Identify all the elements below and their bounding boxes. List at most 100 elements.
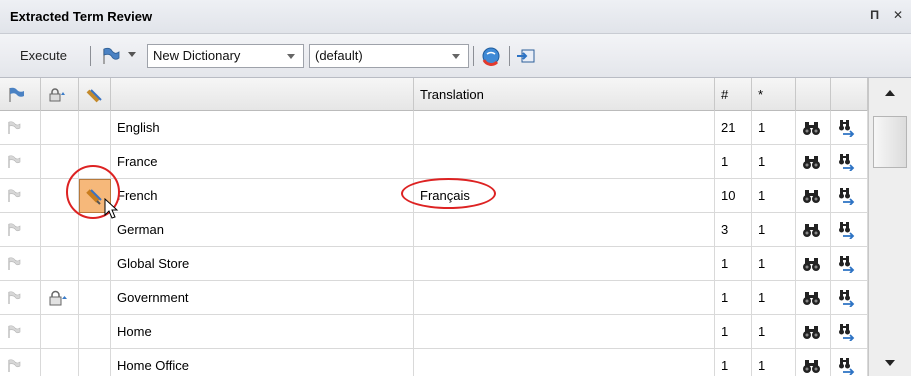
- term-cell[interactable]: German: [111, 213, 414, 247]
- term-cell[interactable]: English: [111, 111, 414, 145]
- profile-select[interactable]: (default): [309, 44, 469, 68]
- find-next-icon[interactable]: [837, 221, 857, 242]
- flag-cell[interactable]: [0, 213, 41, 247]
- lock-cell[interactable]: [41, 111, 79, 145]
- find-cell[interactable]: [796, 247, 831, 281]
- find-next-icon[interactable]: [837, 119, 857, 140]
- find-next-icon[interactable]: [837, 323, 857, 344]
- export-icon[interactable]: [515, 45, 537, 67]
- scroll-thumb[interactable]: [873, 116, 907, 168]
- approve-cell[interactable]: [79, 111, 111, 145]
- scroll-up-icon[interactable]: [875, 84, 905, 102]
- approve-cell[interactable]: [79, 315, 111, 349]
- flag-cell[interactable]: [0, 179, 41, 213]
- binoculars-icon[interactable]: [802, 358, 822, 376]
- header-star[interactable]: *: [752, 78, 796, 111]
- header-translation[interactable]: Translation: [414, 78, 715, 111]
- header-term[interactable]: [111, 78, 414, 111]
- find-cell[interactable]: [796, 281, 831, 315]
- flag-filter-icon[interactable]: [100, 45, 122, 67]
- close-icon[interactable]: ✕: [893, 8, 903, 22]
- vertical-scrollbar[interactable]: [868, 78, 911, 376]
- find-next-cell[interactable]: [831, 349, 868, 376]
- find-cell[interactable]: [796, 145, 831, 179]
- find-next-icon[interactable]: [837, 187, 857, 208]
- lock-cell[interactable]: [41, 247, 79, 281]
- flag-icon[interactable]: [6, 121, 22, 138]
- binoculars-icon[interactable]: [802, 324, 822, 343]
- pin-icon[interactable]: 𝚷: [870, 8, 879, 23]
- lock-cell[interactable]: [41, 281, 79, 315]
- find-cell[interactable]: [796, 349, 831, 376]
- lock-cell[interactable]: [41, 315, 79, 349]
- flag-cell[interactable]: [0, 247, 41, 281]
- binoculars-icon[interactable]: [802, 188, 822, 207]
- find-next-cell[interactable]: [831, 315, 868, 349]
- find-next-cell[interactable]: [831, 281, 868, 315]
- approve-cell[interactable]: [79, 349, 111, 376]
- find-cell[interactable]: [796, 213, 831, 247]
- find-next-cell[interactable]: [831, 247, 868, 281]
- flag-cell[interactable]: [0, 145, 41, 179]
- header-flag-icon[interactable]: [0, 78, 41, 111]
- find-next-cell[interactable]: [831, 111, 868, 145]
- refresh-icon[interactable]: [480, 45, 502, 67]
- header-approve-icon[interactable]: [79, 78, 111, 111]
- flag-icon[interactable]: [6, 325, 22, 342]
- lock-cell[interactable]: [41, 349, 79, 376]
- find-next-icon[interactable]: [837, 255, 857, 276]
- find-cell[interactable]: [796, 315, 831, 349]
- translation-cell[interactable]: [414, 349, 715, 376]
- table-row[interactable]: German 3 1: [0, 213, 868, 247]
- translation-cell[interactable]: [414, 213, 715, 247]
- binoculars-icon[interactable]: [802, 120, 822, 139]
- flag-icon[interactable]: [6, 359, 22, 376]
- table-row[interactable]: France 1 1: [0, 145, 868, 179]
- translation-cell[interactable]: [414, 247, 715, 281]
- flag-cell[interactable]: [0, 281, 41, 315]
- binoculars-icon[interactable]: [802, 256, 822, 275]
- table-row[interactable]: Global Store 1 1: [0, 247, 868, 281]
- flag-icon[interactable]: [6, 223, 22, 240]
- dictionary-select[interactable]: New Dictionary: [147, 44, 304, 68]
- flag-cell[interactable]: [0, 349, 41, 376]
- binoculars-icon[interactable]: [802, 154, 822, 173]
- table-row[interactable]: Home 1 1: [0, 315, 868, 349]
- term-cell[interactable]: Home: [111, 315, 414, 349]
- approve-cell[interactable]: [79, 247, 111, 281]
- binoculars-icon[interactable]: [802, 290, 822, 309]
- flag-cell[interactable]: [0, 315, 41, 349]
- find-next-cell[interactable]: [831, 213, 868, 247]
- term-cell[interactable]: Home Office: [111, 349, 414, 376]
- execute-button[interactable]: Execute: [20, 48, 67, 63]
- scroll-down-icon[interactable]: [875, 354, 905, 372]
- find-next-icon[interactable]: [837, 357, 857, 376]
- term-cell[interactable]: Global Store: [111, 247, 414, 281]
- translation-cell[interactable]: [414, 145, 715, 179]
- find-next-cell[interactable]: [831, 179, 868, 213]
- approve-cell[interactable]: [79, 281, 111, 315]
- flag-icon[interactable]: [6, 189, 22, 206]
- term-cell[interactable]: France: [111, 145, 414, 179]
- header-lock-icon[interactable]: [41, 78, 79, 111]
- header-count[interactable]: #: [715, 78, 752, 111]
- flag-cell[interactable]: [0, 111, 41, 145]
- find-next-cell[interactable]: [831, 145, 868, 179]
- flag-icon[interactable]: [6, 257, 22, 274]
- find-cell[interactable]: [796, 179, 831, 213]
- translation-cell[interactable]: [414, 281, 715, 315]
- table-row[interactable]: Government 1 1: [0, 281, 868, 315]
- binoculars-icon[interactable]: [802, 222, 822, 241]
- table-row[interactable]: English 21 1: [0, 111, 868, 145]
- translation-cell[interactable]: [414, 315, 715, 349]
- flag-filter-dropdown-icon[interactable]: [128, 52, 136, 57]
- table-row[interactable]: Home Office 1 1: [0, 349, 868, 376]
- flag-icon[interactable]: [6, 155, 22, 172]
- find-next-icon[interactable]: [837, 153, 857, 174]
- translation-cell[interactable]: [414, 111, 715, 145]
- flag-icon[interactable]: [6, 291, 22, 308]
- find-next-icon[interactable]: [837, 289, 857, 310]
- term-cell[interactable]: Government: [111, 281, 414, 315]
- find-cell[interactable]: [796, 111, 831, 145]
- term-cell[interactable]: French: [111, 179, 414, 213]
